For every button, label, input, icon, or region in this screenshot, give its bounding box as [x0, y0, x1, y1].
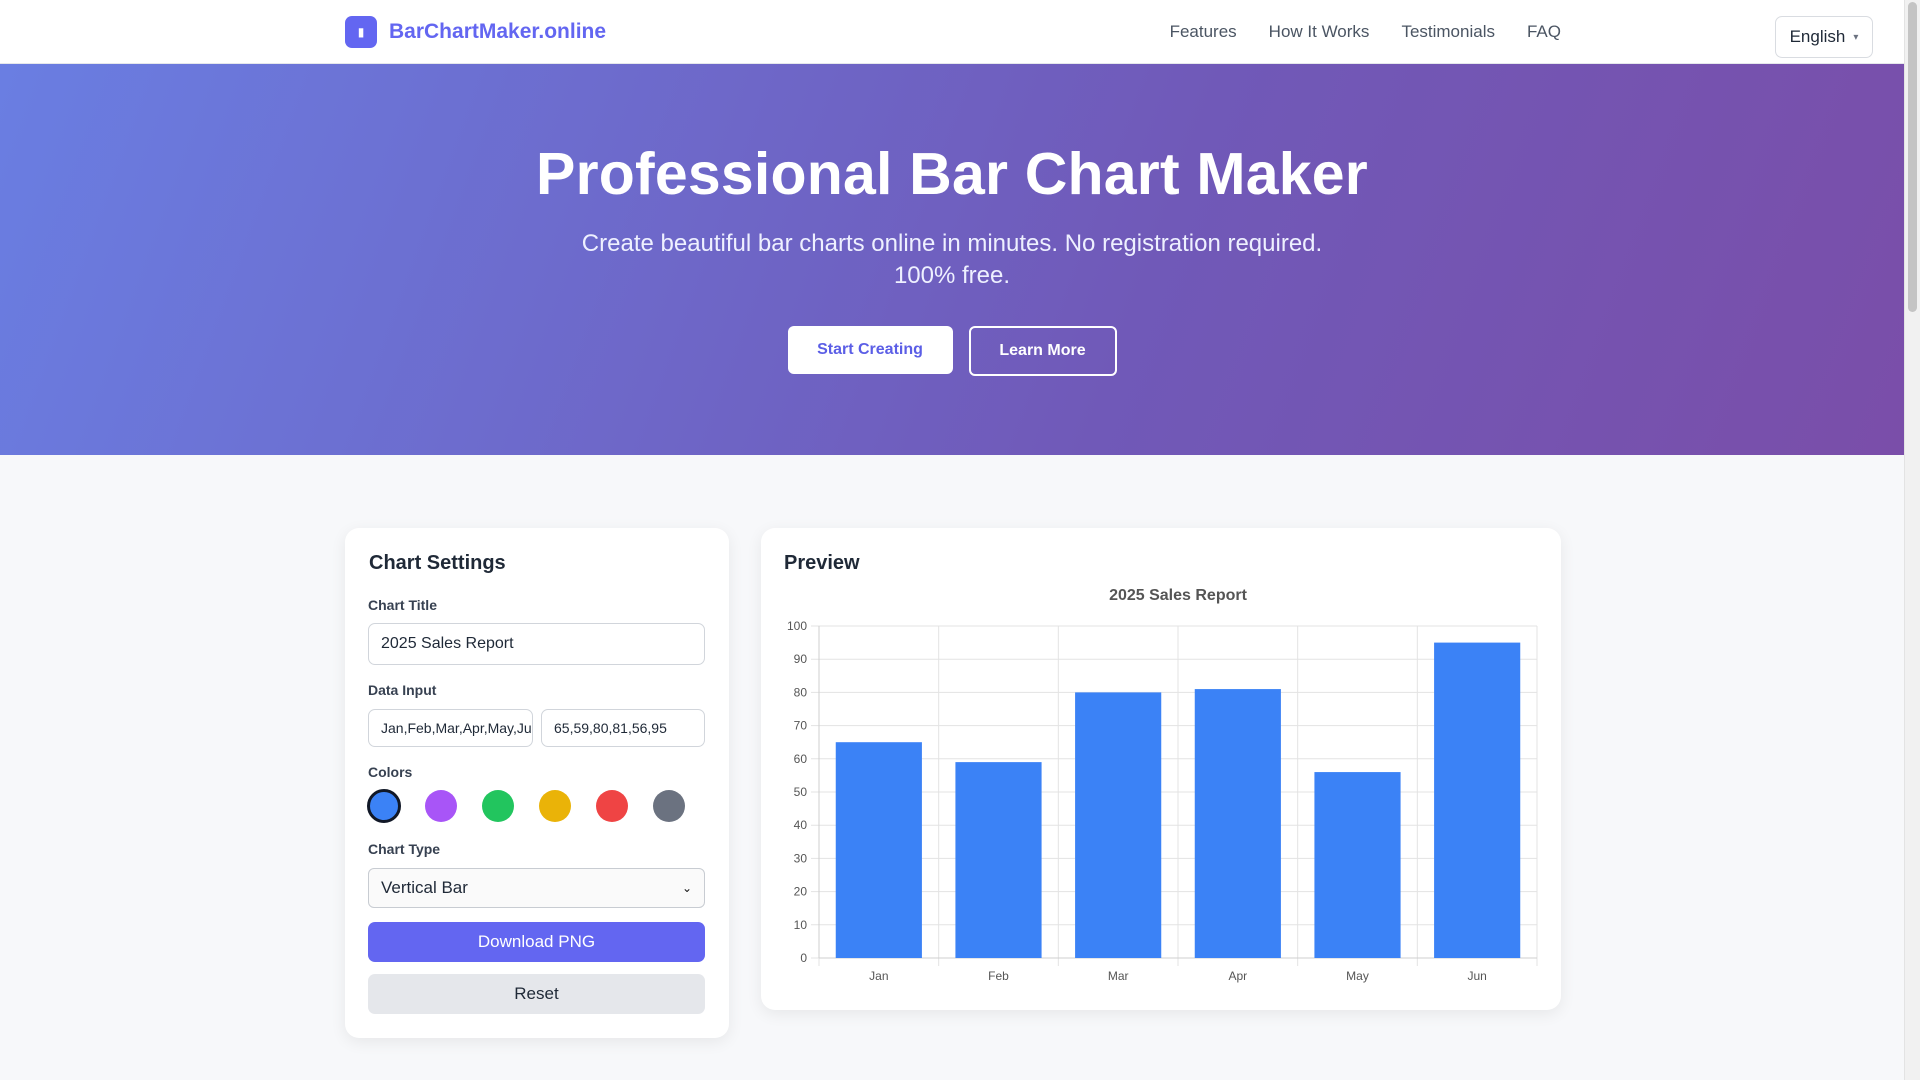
bar-feb	[955, 762, 1042, 958]
settings-heading: Chart Settings	[369, 552, 506, 574]
x-tick-label: Mar	[1108, 969, 1129, 983]
data-values-input[interactable]: 65,59,80,81,56,95	[541, 709, 705, 747]
y-tick-label: 60	[794, 752, 808, 766]
learn-more-button[interactable]: Learn More	[968, 326, 1117, 376]
color-swatch-purple[interactable]	[425, 790, 457, 822]
x-tick-label: Jan	[869, 969, 888, 983]
chart-type-label: Chart Type	[368, 841, 441, 857]
color-swatch-gray[interactable]	[653, 790, 685, 822]
y-tick-label: 100	[787, 619, 807, 633]
y-tick-label: 30	[794, 851, 808, 865]
chart-settings-card: Chart Settings Chart Title 2025 Sales Re…	[345, 528, 729, 1038]
hero-buttons: Start Creating Learn More	[0, 326, 1904, 376]
y-tick-label: 50	[794, 785, 808, 799]
chart-title-input[interactable]: 2025 Sales Report	[368, 623, 705, 665]
chart-icon: ▮	[345, 16, 377, 48]
language-label: English	[1789, 27, 1846, 46]
x-tick-label: May	[1346, 969, 1369, 983]
hero-subtitle: Create beautiful bar charts online in mi…	[581, 230, 1323, 289]
color-swatch-blue[interactable]	[367, 789, 401, 823]
x-tick-label: Jun	[1467, 969, 1486, 983]
chart-title: 2025 Sales Report	[1109, 587, 1248, 604]
bar-chart: 2025 Sales Report 0 10 20 30 40 50 60 70 80 90 100 J…	[787, 587, 1538, 983]
page-scrollbar[interactable]	[1904, 0, 1920, 1080]
color-swatches	[367, 789, 685, 823]
bar-jun	[1434, 642, 1521, 958]
chevron-down-icon: ⌄	[681, 881, 692, 895]
download-png-button[interactable]: Download PNG	[368, 922, 705, 962]
color-swatch-green[interactable]	[482, 790, 514, 822]
chart-type-value: Vertical Bar	[381, 878, 468, 897]
y-tick-label: 0	[800, 951, 807, 965]
y-tick-label: 70	[794, 719, 808, 733]
chevron-down-icon: ▾	[1853, 31, 1859, 43]
scrollbar-thumb[interactable]	[1908, 2, 1917, 312]
brand-name[interactable]: BarChartMaker.online	[389, 20, 606, 44]
y-tick-label: 40	[794, 818, 808, 832]
bar-mar	[1075, 692, 1162, 958]
data-labels-input[interactable]: Jan,Feb,Mar,Apr,May,Jun	[368, 709, 533, 747]
chart-title-label: Chart Title	[368, 597, 437, 613]
y-tick-label: 80	[794, 685, 808, 699]
brand-logo[interactable]: ▮ BarChartMaker.online	[345, 16, 606, 48]
y-tick-label: 90	[794, 652, 808, 666]
nav-links: Features How It Works Testimonials FAQ	[1170, 22, 1561, 42]
colors-label: Colors	[368, 764, 413, 780]
data-input-label: Data Input	[368, 682, 437, 698]
nav-link-testimonials[interactable]: Testimonials	[1401, 22, 1495, 42]
hero-title: Professional Bar Chart Maker	[536, 141, 1368, 207]
chart-type-select[interactable]: Vertical Bar ⌄	[368, 868, 705, 908]
hero-section: Professional Bar Chart Maker Create beau…	[0, 64, 1904, 455]
reset-button[interactable]: Reset	[368, 974, 705, 1014]
top-navbar: ▮ BarChartMaker.online Features How It W…	[0, 0, 1904, 64]
language-selector[interactable]: English ▾	[1775, 16, 1873, 58]
color-swatch-red[interactable]	[596, 790, 628, 822]
x-tick-label: Feb	[988, 969, 1009, 983]
start-creating-button[interactable]: Start Creating	[787, 326, 953, 374]
preview-card: Preview 2025 Sales Report 0 10 20 30 40 50 60 70…	[761, 528, 1561, 1010]
nav-link-features[interactable]: Features	[1170, 22, 1237, 42]
bar-jan	[835, 742, 922, 958]
x-tick-label: Apr	[1228, 969, 1247, 983]
bar-apr	[1194, 689, 1281, 958]
nav-link-how-it-works[interactable]: How It Works	[1269, 22, 1370, 42]
y-tick-label: 20	[794, 885, 808, 899]
page: ▮ BarChartMaker.online Features How It W…	[0, 0, 1920, 1080]
y-tick-label: 10	[794, 918, 808, 932]
bar-may	[1314, 772, 1401, 958]
color-swatch-yellow[interactable]	[539, 790, 571, 822]
nav-link-faq[interactable]: FAQ	[1527, 22, 1561, 42]
